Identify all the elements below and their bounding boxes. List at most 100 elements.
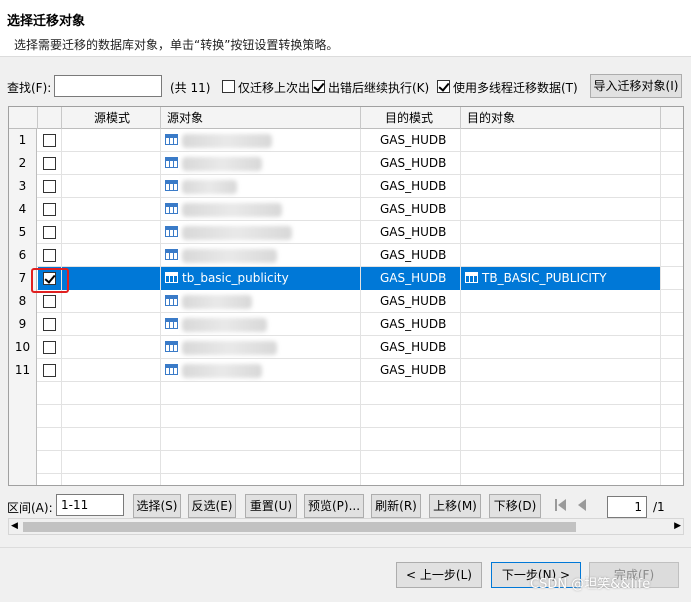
target-schema-cell[interactable]: GAS_HUDB xyxy=(361,267,461,290)
refresh-button[interactable]: 刷新(R) xyxy=(371,494,421,518)
source-schema-cell xyxy=(62,129,161,152)
continue-on-error-checkbox[interactable] xyxy=(312,80,325,93)
row-checkbox[interactable] xyxy=(43,295,56,308)
row-checkbox-cell[interactable] xyxy=(38,198,62,221)
source-object-cell[interactable] xyxy=(161,198,361,221)
target-schema-cell[interactable]: GAS_HUDB xyxy=(361,175,461,198)
source-object-cell[interactable] xyxy=(161,359,361,382)
row-checkbox[interactable] xyxy=(43,226,56,239)
table-row[interactable]: 6 GAS_HUDB xyxy=(9,244,683,267)
target-object-cell[interactable]: TB_BASIC_PUBLICITY xyxy=(461,267,661,290)
table-icon xyxy=(165,341,178,352)
find-input[interactable] xyxy=(54,75,162,97)
table-row[interactable]: 3 GAS_HUDB xyxy=(9,175,683,198)
target-object-cell[interactable] xyxy=(461,129,661,152)
col-header-target-object[interactable]: 目的对象 xyxy=(461,107,661,129)
multithread-checkbox[interactable] xyxy=(437,80,450,93)
table-row[interactable]: 1 GAS_HUDB xyxy=(9,129,683,152)
source-object-cell[interactable] xyxy=(161,313,361,336)
table-row[interactable]: 5 GAS_HUDB xyxy=(9,221,683,244)
row-checkbox[interactable] xyxy=(43,318,56,331)
target-schema-cell[interactable]: GAS_HUDB xyxy=(361,244,461,267)
col-header-target-schema[interactable]: 目的模式 xyxy=(361,107,461,129)
row-checkbox-cell[interactable] xyxy=(38,336,62,359)
row-checkbox-cell[interactable] xyxy=(38,359,62,382)
row-checkbox[interactable] xyxy=(43,364,56,377)
row-checkbox-cell[interactable] xyxy=(38,152,62,175)
row-checkbox-cell[interactable] xyxy=(38,290,62,313)
table-row[interactable]: 9 GAS_HUDB xyxy=(9,313,683,336)
scroll-left-icon[interactable]: ◀ xyxy=(11,522,18,531)
range-input[interactable] xyxy=(56,494,124,516)
row-checkbox-cell[interactable] xyxy=(38,129,62,152)
col-header-source-schema[interactable]: 源模式 xyxy=(62,107,161,129)
target-schema-cell[interactable]: GAS_HUDB xyxy=(361,290,461,313)
col-header-check xyxy=(38,107,62,129)
move-up-button[interactable]: 上移(M) xyxy=(429,494,481,518)
target-schema-cell[interactable]: GAS_HUDB xyxy=(361,221,461,244)
target-object-cell[interactable] xyxy=(461,198,661,221)
table-row[interactable]: 8 GAS_HUDB xyxy=(9,290,683,313)
horizontal-scrollbar[interactable]: ◀ ▶ xyxy=(8,518,684,535)
row-checkbox[interactable] xyxy=(43,157,56,170)
source-object-cell[interactable] xyxy=(161,129,361,152)
table-row[interactable]: 11 GAS_HUDB xyxy=(9,359,683,382)
source-object-cell[interactable]: tb_basic_publicity xyxy=(161,267,361,290)
target-object-cell[interactable] xyxy=(461,152,661,175)
row-checkbox-cell[interactable] xyxy=(38,175,62,198)
target-object-cell[interactable] xyxy=(461,244,661,267)
row-checkbox[interactable] xyxy=(43,341,56,354)
target-schema-cell[interactable]: GAS_HUDB xyxy=(361,152,461,175)
prev-step-button[interactable]: < 上一步(L) xyxy=(396,562,482,588)
only-last-failed-checkbox[interactable] xyxy=(222,80,235,93)
first-page-icon[interactable] xyxy=(554,498,568,512)
empty-row xyxy=(9,382,683,405)
move-down-button[interactable]: 下移(D) xyxy=(489,494,541,518)
prev-page-icon[interactable] xyxy=(576,498,590,512)
table-row[interactable]: 10 GAS_HUDB xyxy=(9,336,683,359)
source-object-cell[interactable] xyxy=(161,152,361,175)
target-schema-cell[interactable]: GAS_HUDB xyxy=(361,129,461,152)
target-schema-cell[interactable]: GAS_HUDB xyxy=(361,336,461,359)
row-checkbox[interactable] xyxy=(43,249,56,262)
source-object-cell[interactable] xyxy=(161,290,361,313)
select-button[interactable]: 选择(S) xyxy=(133,494,181,518)
target-object-cell[interactable] xyxy=(461,359,661,382)
target-object-cell[interactable] xyxy=(461,336,661,359)
scroll-right-icon[interactable]: ▶ xyxy=(674,522,681,531)
row-checkbox[interactable] xyxy=(43,134,56,147)
table-row[interactable]: 7 tb_basic_publicity GAS_HUDB TB_BASIC_PUBL… xyxy=(9,267,683,290)
watermark: CSDN @坦笑&&life xyxy=(530,577,651,592)
target-schema-cell[interactable]: GAS_HUDB xyxy=(361,313,461,336)
target-schema-cell[interactable]: GAS_HUDB xyxy=(361,359,461,382)
row-checkbox[interactable] xyxy=(43,180,56,193)
source-object-cell[interactable] xyxy=(161,336,361,359)
page-input[interactable] xyxy=(607,496,647,518)
invert-button[interactable]: 反选(E) xyxy=(188,494,236,518)
source-object-cell[interactable] xyxy=(161,175,361,198)
row-checkbox-cell[interactable] xyxy=(38,221,62,244)
source-object-cell[interactable] xyxy=(161,221,361,244)
table-row[interactable]: 2 GAS_HUDB xyxy=(9,152,683,175)
table-icon xyxy=(165,295,178,306)
preview-button[interactable]: 预览(P)... xyxy=(304,494,364,518)
reset-button[interactable]: 重置(U) xyxy=(245,494,297,518)
target-object-cell[interactable] xyxy=(461,313,661,336)
table-icon xyxy=(165,134,178,145)
row-number-empty xyxy=(9,382,37,405)
target-object-cell[interactable] xyxy=(461,175,661,198)
target-schema-cell[interactable]: GAS_HUDB xyxy=(361,198,461,221)
source-object-cell[interactable] xyxy=(161,244,361,267)
col-header-source-object[interactable]: 源对象 xyxy=(161,107,361,129)
scrollbar-thumb[interactable] xyxy=(23,522,576,532)
target-object-cell[interactable] xyxy=(461,221,661,244)
target-object-cell[interactable] xyxy=(461,290,661,313)
range-label: 区间(A): xyxy=(7,501,53,515)
import-objects-button[interactable]: 导入迁移对象(I) xyxy=(590,74,682,98)
redacted-name xyxy=(182,225,292,240)
row-checkbox-cell[interactable] xyxy=(38,244,62,267)
row-checkbox[interactable] xyxy=(43,203,56,216)
table-row[interactable]: 4 GAS_HUDB xyxy=(9,198,683,221)
row-checkbox-cell[interactable] xyxy=(38,313,62,336)
row-number: 6 xyxy=(9,244,37,267)
